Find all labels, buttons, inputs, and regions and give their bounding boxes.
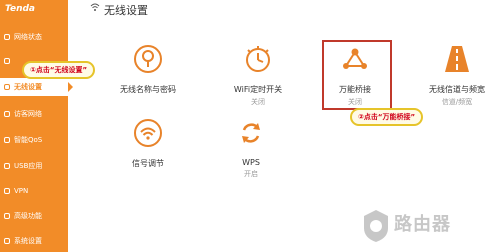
tile-wireless-name-password[interactable]: 无线名称与密码 [93, 44, 203, 97]
watermark: 路由器 [360, 208, 490, 248]
tile-label: WPS [242, 158, 260, 167]
tile-wps[interactable]: WPS 开启 [196, 118, 306, 179]
sidebar-item-network-status[interactable]: 网络状态 [0, 28, 68, 46]
sidebar-item-usb[interactable]: USB应用 [0, 157, 68, 175]
sidebar-item-vpn[interactable]: VPN [0, 182, 68, 200]
tile-channel-bandwidth[interactable]: 无线信道与频宽 信道/频宽 [402, 44, 500, 107]
tenda-logo: Tenda [5, 4, 36, 14]
advanced-icon [4, 213, 10, 219]
sidebar-item-guest-network[interactable]: 访客网络 [0, 105, 68, 123]
tile-wifi-timer[interactable]: WiFi定时开关 关闭 [203, 44, 313, 107]
sidebar-item-label: VPN [14, 187, 29, 195]
tile-label: 无线名称与密码 [120, 85, 176, 94]
sidebar: Tenda 网络状态 无线设置 访客网络 智能QoS USB应用 VPN 高级功… [0, 0, 73, 252]
active-indicator [68, 82, 73, 92]
sidebar-item-wireless-settings[interactable]: 无线设置 [0, 78, 73, 96]
sidebar-item-system[interactable]: 系统设置 [0, 232, 68, 250]
channel-bandwidth-icon [445, 46, 469, 72]
wifi-timer-icon [246, 46, 270, 72]
sidebar-item-label: USB应用 [14, 162, 43, 170]
wifi-icon [90, 3, 100, 11]
sidebar-item-label: 智能QoS [14, 136, 43, 144]
page-title: 无线设置 [104, 4, 148, 17]
internet-icon [4, 58, 10, 64]
tile-status: 关闭 [251, 98, 265, 106]
sidebar-item-smart-qos[interactable]: 智能QoS [0, 131, 68, 149]
usb-icon [4, 163, 10, 169]
tile-signal-adjust[interactable]: 信号调节 [93, 118, 203, 171]
sidebar-item-advanced[interactable]: 高级功能 [0, 207, 68, 225]
guest-icon [4, 111, 10, 117]
wps-icon [242, 123, 260, 143]
sidebar-item-label: 无线设置 [14, 83, 42, 91]
callout-step1: ①点击“无线设置” [22, 61, 96, 79]
wifi-name-password-icon [134, 45, 162, 73]
signal-adjust-icon [134, 119, 162, 147]
watermark-logo-icon [364, 210, 388, 242]
tile-label: WiFi定时开关 [233, 85, 283, 94]
tile-status: 开启 [244, 170, 258, 178]
sidebar-item-label: 系统设置 [14, 237, 42, 245]
wireless-icon [4, 84, 10, 90]
tile-label: 信号调节 [132, 159, 164, 168]
network-status-icon [4, 34, 10, 40]
sidebar-item-label: 网络状态 [14, 33, 42, 41]
qos-icon [4, 137, 10, 143]
callout-step2: ②点击“万能桥接” [350, 108, 424, 126]
watermark-text: 路由器 [394, 214, 451, 235]
system-icon [4, 238, 10, 244]
tile-label: 无线信道与频宽 [429, 85, 485, 94]
sidebar-item-label: 高级功能 [14, 212, 42, 220]
highlight-box [322, 40, 392, 110]
vpn-icon [4, 188, 10, 194]
tile-status: 信道/频宽 [441, 98, 473, 106]
sidebar-item-label: 访客网络 [14, 110, 42, 118]
